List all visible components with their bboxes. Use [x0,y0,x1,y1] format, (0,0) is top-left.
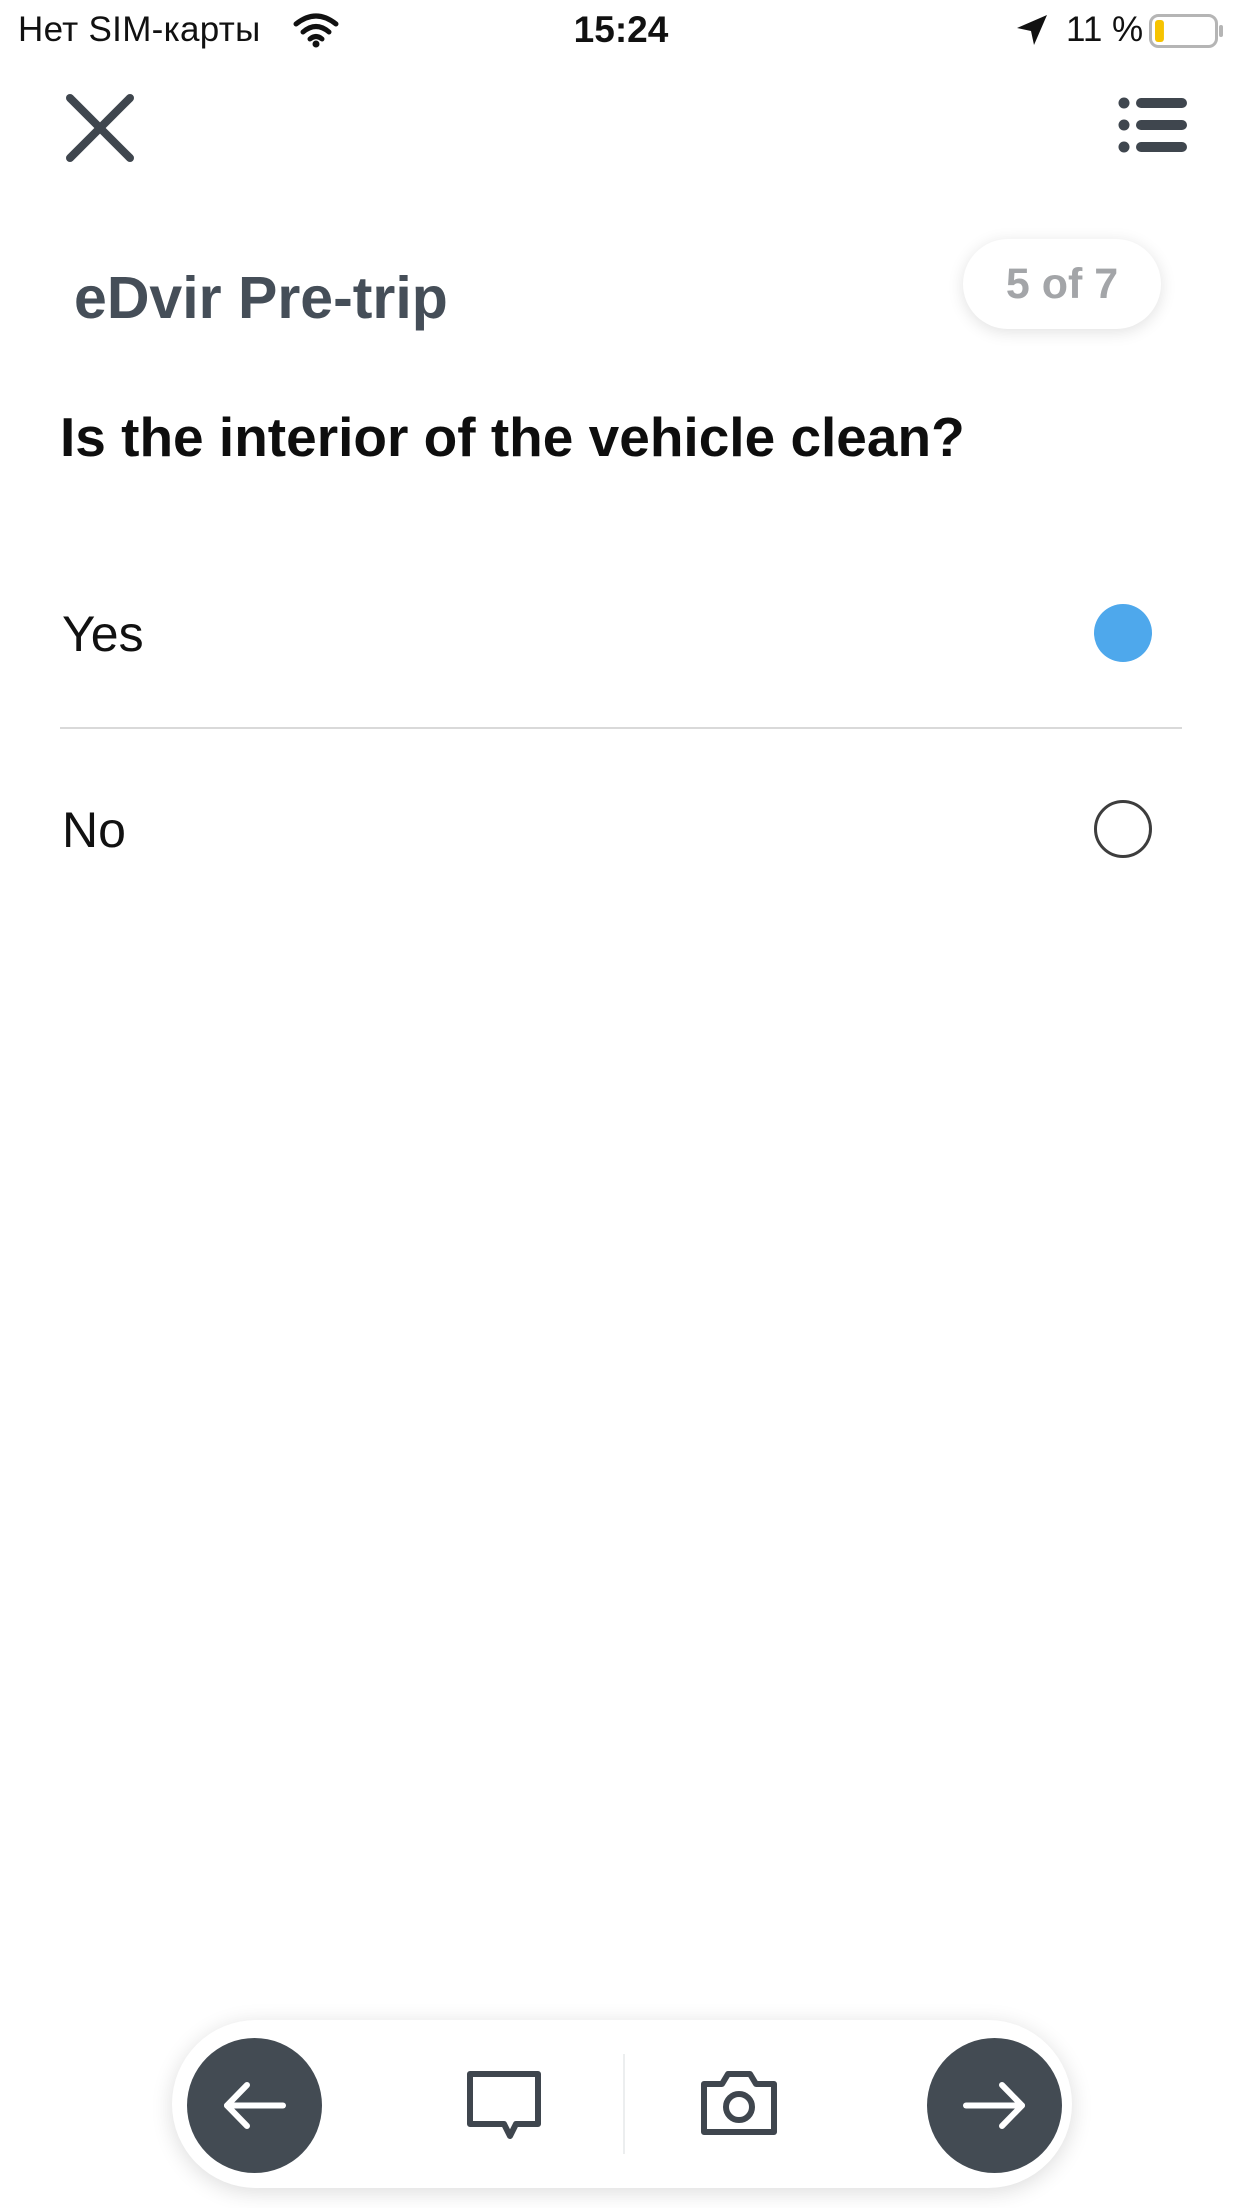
toolbar-divider [623,2054,625,2154]
list-menu-icon[interactable] [1118,95,1188,155]
question-text: Is the interior of the vehicle clean? [60,406,965,468]
form-title: eDvir Pre-trip [74,265,448,331]
bottom-toolbar [172,2020,1072,2188]
radio-button[interactable] [1094,800,1152,858]
option-label: Yes [62,606,144,662]
progress-indicator: 5 of 7 [963,239,1161,329]
camera-icon[interactable] [700,2070,778,2136]
option-yes[interactable]: Yes [60,564,1182,704]
radio-button[interactable] [1094,604,1152,662]
location-arrow-icon [1017,15,1047,45]
arrow-left-icon [224,2082,286,2129]
clock: 15:24 [573,9,669,50]
next-button[interactable] [927,2038,1062,2173]
option-label: No [62,802,126,858]
battery-icon [1149,14,1223,48]
battery-percent: 11 % [1066,10,1144,49]
arrow-right-icon [963,2082,1025,2129]
comment-icon[interactable] [466,2070,542,2142]
status-bar: Нет SIM-карты 15:24 11 % [0,0,1242,62]
back-button[interactable] [187,2038,322,2173]
option-divider [60,727,1182,729]
option-no[interactable]: No [60,760,1182,900]
close-icon[interactable] [62,90,138,166]
